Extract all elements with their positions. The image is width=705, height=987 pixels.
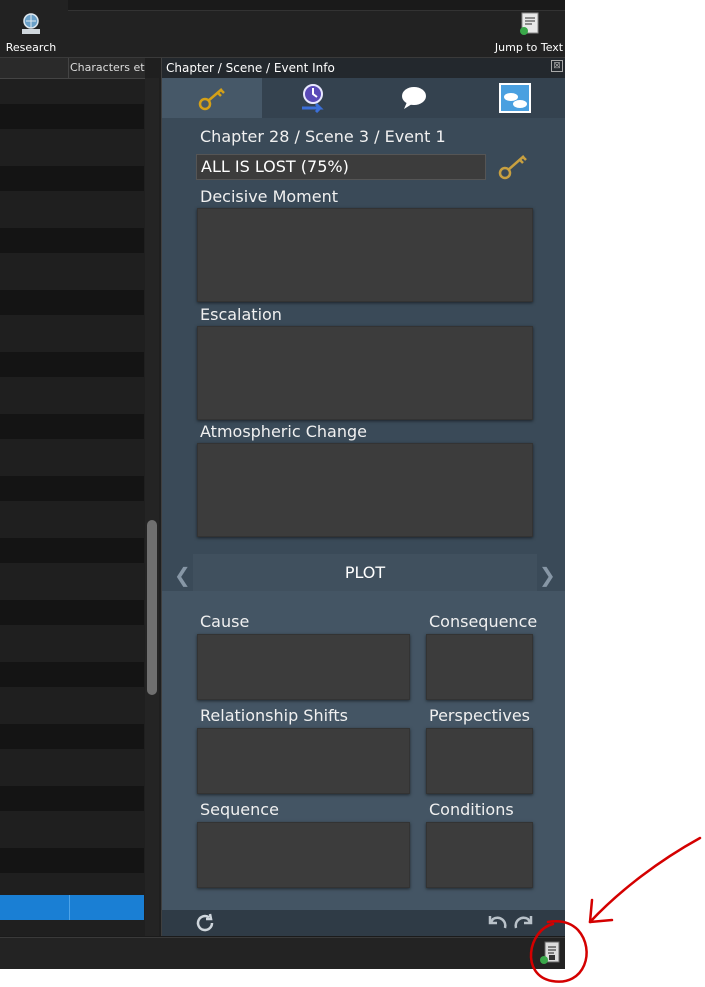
red-annotation <box>529 836 702 983</box>
